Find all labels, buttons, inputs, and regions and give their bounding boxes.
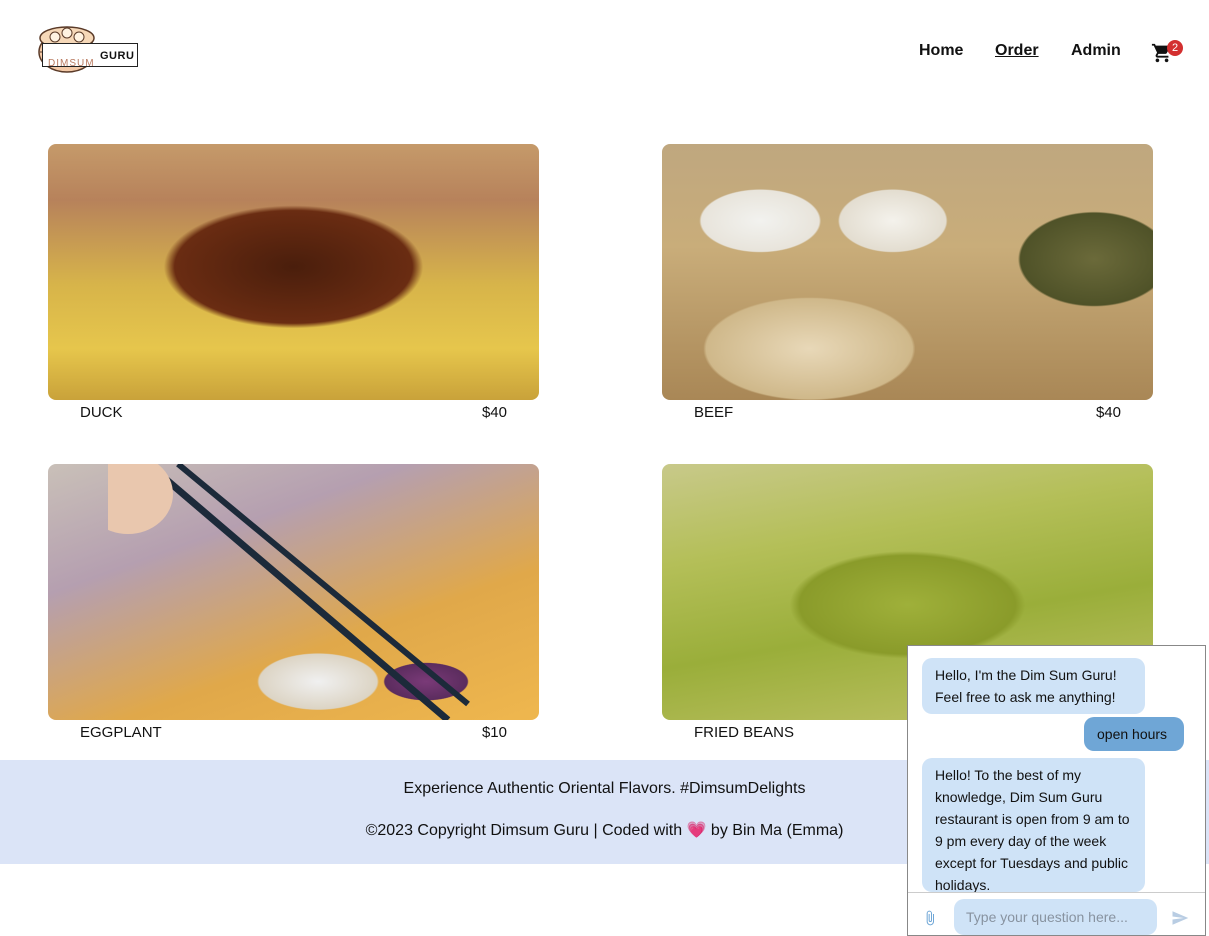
chatbot-panel[interactable]: Hello, I'm the Dim Sum Guru! Feel free t… (907, 645, 1206, 936)
logo-text: GURU (100, 50, 135, 62)
send-icon[interactable] (1171, 909, 1189, 927)
cart-count-badge: 2 (1167, 40, 1183, 56)
chat-input-bar (908, 892, 1205, 935)
site-logo[interactable]: DIMSUM GURU (38, 22, 142, 73)
paperclip-icon[interactable] (922, 909, 938, 927)
nav-admin[interactable]: Admin (1071, 42, 1121, 60)
product-name: FRIED BEANS (694, 724, 795, 741)
product-photo[interactable] (662, 144, 1153, 400)
product-photo[interactable] (48, 464, 539, 720)
product-name: EGGPLANT (80, 724, 162, 741)
chat-message-bot: Hello, I'm the Dim Sum Guru! Feel free t… (922, 658, 1145, 714)
product-name: BEEF (694, 404, 734, 421)
product-card-beef[interactable]: BEEF $40 (662, 144, 1153, 421)
product-photo[interactable] (48, 144, 539, 400)
chopsticks-illustration (108, 464, 470, 720)
product-price: $10 (481, 724, 507, 741)
product-card-eggplant[interactable]: EGGPLANT $10 (48, 464, 539, 741)
product-card-duck[interactable]: DUCK $40 (48, 144, 539, 421)
product-name: DUCK (80, 404, 123, 421)
cart-button[interactable]: 2 (1151, 40, 1185, 66)
logo-faded-text: DIMSUM (48, 58, 95, 69)
product-price: $40 (1095, 404, 1121, 421)
chat-message-user: open hours (1084, 717, 1184, 751)
chat-input[interactable] (954, 899, 1157, 935)
nav-home[interactable]: Home (919, 42, 963, 60)
nav-order[interactable]: Order (995, 42, 1039, 60)
product-price: $40 (481, 404, 507, 421)
chat-message-bot: Hello! To the best of my knowledge, Dim … (922, 758, 1145, 892)
